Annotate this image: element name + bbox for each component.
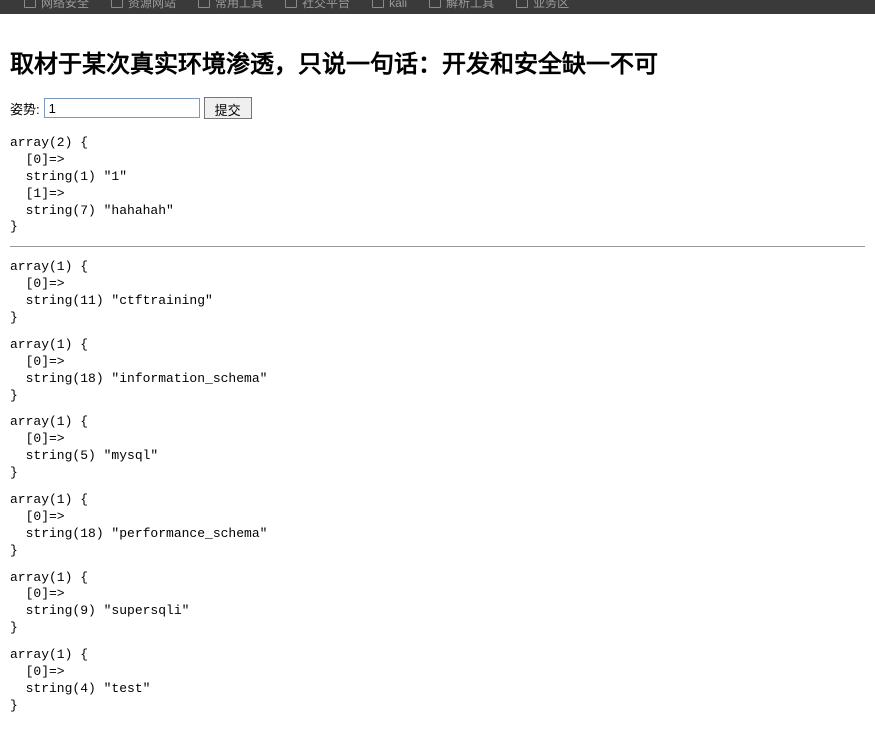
folder-icon	[111, 0, 123, 8]
result-block: array(1) { [0]=> string(11) "ctftraining…	[10, 259, 865, 327]
bookmark-item[interactable]: 常用工具	[198, 0, 263, 9]
page-content: 取材于某次真实环境渗透，只说一句话：开发和安全缺一不可 姿势: array(2)…	[0, 14, 875, 737]
query-input[interactable]	[44, 98, 200, 118]
submit-button[interactable]	[204, 97, 252, 119]
bookmark-label: 网络安全	[41, 0, 89, 9]
result-block: array(1) { [0]=> string(4) "test" }	[10, 647, 865, 715]
output-block: array(2) { [0]=> string(1) "1" [1]=> str…	[10, 135, 865, 236]
result-block: array(1) { [0]=> string(9) "supersqli" }	[10, 570, 865, 638]
folder-icon	[429, 0, 441, 8]
bookmark-item[interactable]: kali	[372, 0, 407, 9]
folder-icon	[372, 0, 384, 8]
result-block: array(1) { [0]=> string(5) "mysql" }	[10, 414, 865, 482]
divider	[10, 246, 865, 247]
bookmark-label: 解析工具	[446, 0, 494, 9]
bookmark-label: 资源网站	[128, 0, 176, 9]
result-block: array(1) { [0]=> string(18) "information…	[10, 337, 865, 405]
page-title: 取材于某次真实环境渗透，只说一句话：开发和安全缺一不可	[10, 44, 865, 79]
folder-icon	[198, 0, 210, 8]
bookmark-label: kali	[389, 0, 407, 9]
bookmark-item[interactable]: 解析工具	[429, 0, 494, 9]
bookmark-item[interactable]: 网络安全	[24, 0, 89, 9]
bookmarks-bar: 网络安全 资源网站 常用工具 社交平台 kali 解析工具 业务区	[0, 0, 875, 14]
bookmark-item[interactable]: 业务区	[516, 0, 569, 9]
folder-icon	[285, 0, 297, 8]
bookmark-label: 业务区	[533, 0, 569, 9]
folder-icon	[516, 0, 528, 8]
folder-icon	[24, 0, 36, 8]
bookmark-label: 社交平台	[302, 0, 350, 9]
result-block: array(1) { [0]=> string(18) "performance…	[10, 492, 865, 560]
bookmark-label: 常用工具	[215, 0, 263, 9]
bookmark-item[interactable]: 社交平台	[285, 0, 350, 9]
query-form: 姿势:	[10, 97, 865, 119]
input-label: 姿势:	[10, 99, 40, 118]
bookmark-item[interactable]: 资源网站	[111, 0, 176, 9]
